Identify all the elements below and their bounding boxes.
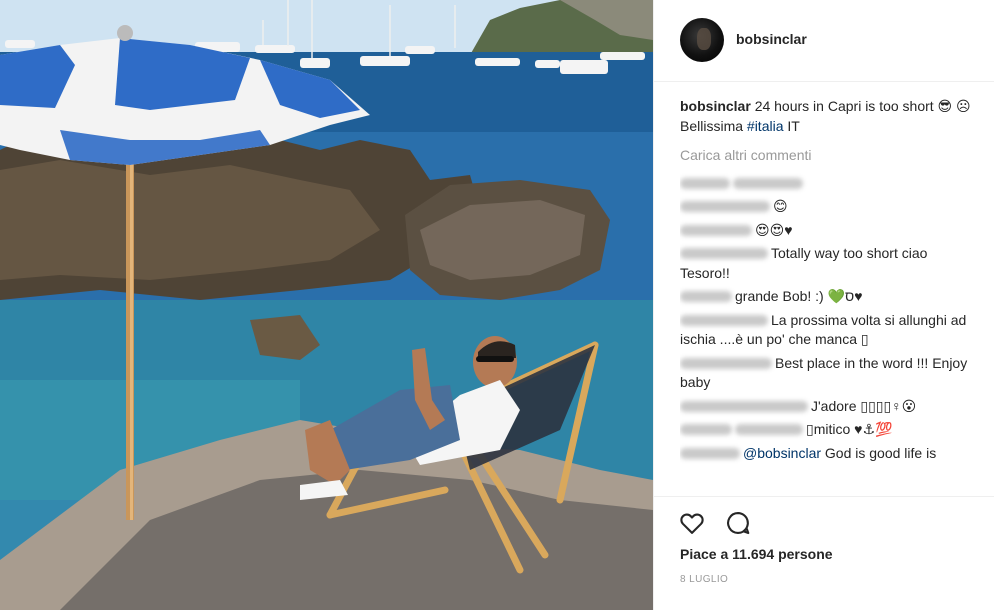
list-item: @bobsinclar God is good life is <box>680 444 980 464</box>
blurred-username[interactable] <box>680 447 740 459</box>
caption-hashtag[interactable]: #italia <box>747 118 784 134</box>
caption-suffix: IT <box>783 117 800 134</box>
post-sidebar: bobsinclar bobsinclar 24 hours in Capri … <box>653 0 1000 610</box>
blurred-username[interactable] <box>680 177 730 189</box>
header-username[interactable]: bobsinclar <box>736 31 807 47</box>
speech-bubble-icon[interactable] <box>724 509 752 537</box>
post-photo <box>0 0 653 610</box>
list-item: 😍😍♥ <box>680 221 980 241</box>
list-item: J'adore ▯▯▯▯♀😮 <box>680 397 980 417</box>
blurred-username[interactable] <box>680 201 770 212</box>
list-item: 😊 <box>680 197 980 217</box>
caption: bobsinclar 24 hours in Capri is too shor… <box>680 97 980 136</box>
blurred-username[interactable] <box>680 224 752 236</box>
list-item: grande Bob! :) 💚ס♥ <box>680 287 980 307</box>
comment-mention[interactable]: @bobsinclar <box>743 445 821 461</box>
comment-text: J'adore ▯▯▯▯♀😮 <box>811 397 917 414</box>
heart-outline-icon[interactable] <box>678 509 706 537</box>
post-actions: Piace a 11.694 persone 8 LUGLIO <box>654 496 994 610</box>
profile-avatar[interactable] <box>680 18 724 62</box>
list-item: ▯mitico ♥⚓💯 <box>680 420 980 440</box>
comments-list: bobsinclar 24 hours in Capri is too shor… <box>680 97 980 493</box>
likes-count[interactable]: Piace a 11.694 persone <box>680 546 833 562</box>
blurred-username[interactable] <box>680 248 768 259</box>
list-item: Best place in the word !!! Enjoy baby <box>680 354 980 393</box>
comment-text: 😊 <box>773 198 788 214</box>
list-item: La prossima volta si allunghi ad ischia … <box>680 311 980 350</box>
list-item <box>680 174 980 194</box>
post-header: bobsinclar <box>654 0 994 82</box>
comment-text: 😍😍♥ <box>755 221 793 238</box>
caption-username[interactable]: bobsinclar <box>680 98 751 114</box>
blurred-username[interactable] <box>680 314 768 326</box>
blurred-username[interactable] <box>680 291 732 302</box>
blurred-mention <box>733 177 803 189</box>
comment-text: ▯mitico ♥⚓💯 <box>806 421 893 437</box>
blurred-username[interactable] <box>680 424 732 435</box>
list-item: Totally way too short ciao Tesoro!! <box>680 244 980 283</box>
blurred-username[interactable] <box>680 357 772 369</box>
comment-text: God is good life is <box>824 444 937 461</box>
blurred-username[interactable] <box>680 400 808 412</box>
beach-scene <box>0 0 653 610</box>
blurred-mention <box>735 424 803 435</box>
comment-text: grande Bob! :) 💚ס♥ <box>735 288 863 304</box>
post-date[interactable]: 8 LUGLIO <box>680 574 728 585</box>
load-more-comments[interactable]: Carica altri commenti <box>680 146 980 166</box>
